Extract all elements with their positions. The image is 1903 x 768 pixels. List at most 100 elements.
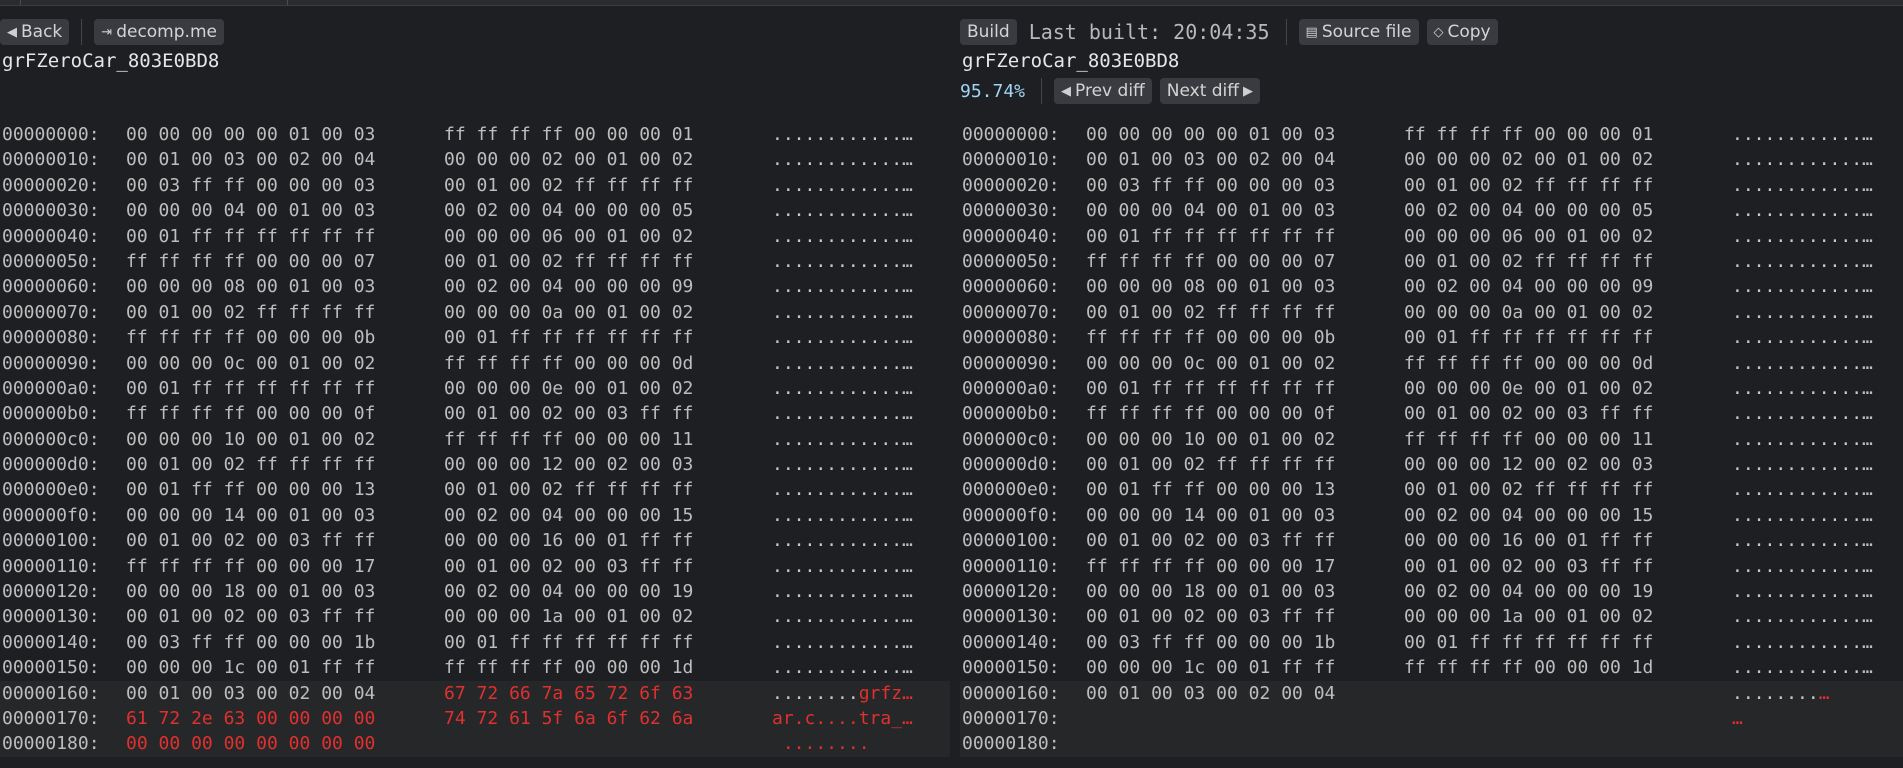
hex-row[interactable]: 00000100: 00 01 00 02 00 03 ff ff 00 00 00… — [960, 528, 1903, 553]
hex-byte[interactable]: 02 — [224, 530, 246, 551]
hex-byte[interactable]: 16 — [542, 530, 564, 551]
hex-byte[interactable]: ff — [542, 632, 564, 653]
hex-byte[interactable]: ff — [1151, 226, 1173, 247]
hex-byte[interactable]: ff — [321, 226, 343, 247]
hex-byte[interactable]: 0d — [1632, 353, 1654, 374]
hex-byte[interactable]: 02 — [672, 378, 694, 399]
hex-byte[interactable]: 03 — [1184, 683, 1206, 704]
hex-byte[interactable]: ff — [126, 403, 148, 424]
hex-byte[interactable]: 01 — [1249, 124, 1271, 145]
hex-byte[interactable]: ff — [509, 657, 531, 678]
hex-byte[interactable]: ff — [1184, 632, 1206, 653]
hex-byte[interactable]: 01 — [1437, 556, 1459, 577]
hex-byte[interactable]: 00 — [1534, 226, 1556, 247]
hex-byte[interactable]: 00 — [1086, 378, 1108, 399]
hex-byte[interactable]: ff — [1502, 353, 1524, 374]
hex-byte[interactable]: 00 — [256, 251, 278, 272]
hex-byte[interactable]: 00 — [1534, 200, 1556, 221]
hex-byte[interactable]: ff — [1599, 530, 1621, 551]
hex-byte[interactable]: 00 — [159, 429, 181, 450]
hex-byte[interactable]: ff — [354, 302, 376, 323]
hex-byte[interactable]: 00 — [1404, 479, 1426, 500]
hex-byte[interactable]: 00 — [1249, 403, 1271, 424]
hex-byte[interactable]: 00 — [1216, 657, 1238, 678]
hex-byte[interactable]: 01 — [159, 454, 181, 475]
hex-byte[interactable]: 00 — [1469, 530, 1491, 551]
hex-byte[interactable]: 00 — [1469, 454, 1491, 475]
hex-byte[interactable]: 13 — [1314, 479, 1336, 500]
hex-byte[interactable]: 00 — [1184, 124, 1206, 145]
hex-byte[interactable]: 00 — [256, 632, 278, 653]
hex-byte[interactable]: ff — [639, 530, 661, 551]
hex-byte[interactable]: ff — [1281, 606, 1303, 627]
hex-byte[interactable]: 02 — [477, 505, 499, 526]
hex-byte[interactable]: 11 — [1632, 429, 1654, 450]
hex-byte[interactable]: 00 — [1404, 175, 1426, 196]
hex-byte[interactable]: 01 — [477, 327, 499, 348]
hex-byte[interactable]: 03 — [354, 505, 376, 526]
hex-byte[interactable]: 02 — [1502, 149, 1524, 170]
hex-row[interactable]: 00000050: ff ff ff ff 00 00 00 07 00 01 00… — [960, 249, 1903, 274]
hex-byte[interactable]: ff — [639, 251, 661, 272]
hex-row[interactable]: 000000b0: ff ff ff ff 00 00 00 0f 00 01 00… — [960, 401, 1903, 426]
hex-byte[interactable]: ff — [1249, 302, 1271, 323]
hex-byte[interactable]: 0a — [542, 302, 564, 323]
hex-byte[interactable]: ff — [1599, 327, 1621, 348]
copy-button[interactable]: ◇ Copy — [1426, 19, 1498, 45]
hex-byte[interactable]: 03 — [289, 530, 311, 551]
hex-byte[interactable]: ff — [1216, 226, 1238, 247]
hex-byte[interactable]: 00 — [191, 657, 213, 678]
hex-byte[interactable]: 00 — [1151, 657, 1173, 678]
hex-byte[interactable]: 6a — [574, 708, 596, 729]
hex-byte[interactable]: 00 — [1599, 124, 1621, 145]
hex-row[interactable]: 00000170: 61 72 2e 63 00 00 00 00 74 72 61… — [0, 705, 950, 732]
hex-byte[interactable]: 02 — [1249, 683, 1271, 704]
hex-byte[interactable]: 00 — [1599, 149, 1621, 170]
hex-row[interactable]: 00000140: 00 03 ff ff 00 00 00 1b 00 01 ff… — [0, 630, 950, 655]
hex-byte[interactable]: 02 — [1184, 454, 1206, 475]
hex-byte[interactable]: ff — [354, 606, 376, 627]
hex-byte[interactable]: ff — [1632, 479, 1654, 500]
hex-byte[interactable]: ff — [1437, 429, 1459, 450]
hex-byte[interactable]: ff — [607, 175, 629, 196]
left-hex-view[interactable]: 00000000: 00 00 00 00 00 01 00 03 ff ff ff… — [0, 122, 950, 757]
hex-byte[interactable]: 0b — [1314, 327, 1336, 348]
hex-byte[interactable]: 00 — [444, 378, 466, 399]
hex-byte[interactable]: ff — [1502, 632, 1524, 653]
hex-byte[interactable]: 0f — [1314, 403, 1336, 424]
hex-byte[interactable]: ff — [321, 454, 343, 475]
hex-byte[interactable]: 00 — [444, 632, 466, 653]
hex-byte[interactable]: 00 — [444, 454, 466, 475]
hex-byte[interactable]: 00 — [444, 505, 466, 526]
hex-byte[interactable]: 00 — [191, 581, 213, 602]
hex-byte[interactable]: 00 — [1281, 403, 1303, 424]
hex-byte[interactable]: 00 — [1216, 276, 1238, 297]
hex-byte[interactable]: 00 — [1404, 581, 1426, 602]
next-diff-button[interactable]: Next diff ▶ — [1159, 78, 1260, 104]
hex-byte[interactable]: ff — [1632, 556, 1654, 577]
hex-byte[interactable]: 00 — [639, 581, 661, 602]
hex-byte[interactable]: 00 — [1216, 175, 1238, 196]
hex-byte[interactable]: 00 — [1281, 353, 1303, 374]
hex-byte[interactable]: 00 — [1469, 251, 1491, 272]
hex-byte[interactable]: 00 — [1086, 632, 1108, 653]
hex-byte[interactable]: 00 — [1281, 556, 1303, 577]
hex-byte[interactable]: 00 — [1151, 200, 1173, 221]
hex-byte[interactable]: 00 — [444, 302, 466, 323]
hex-byte[interactable]: 00 — [1216, 429, 1238, 450]
hex-row[interactable]: 00000170:… — [960, 705, 1903, 732]
hex-byte[interactable]: 03 — [1314, 276, 1336, 297]
hex-byte[interactable]: 04 — [1502, 505, 1524, 526]
hex-byte[interactable]: 72 — [159, 708, 181, 729]
hex-byte[interactable]: ff — [1119, 403, 1141, 424]
hex-byte[interactable]: 00 — [509, 251, 531, 272]
hex-byte[interactable]: 00 — [256, 606, 278, 627]
hex-byte[interactable]: 00 — [1119, 276, 1141, 297]
hex-byte[interactable]: 74 — [444, 708, 466, 729]
hex-byte[interactable]: 00 — [126, 200, 148, 221]
hex-byte[interactable]: 61 — [126, 708, 148, 729]
hex-byte[interactable]: 00 — [574, 403, 596, 424]
hex-byte[interactable]: 00 — [126, 429, 148, 450]
hex-byte[interactable]: ff — [1632, 530, 1654, 551]
hex-byte[interactable]: 00 — [1281, 149, 1303, 170]
